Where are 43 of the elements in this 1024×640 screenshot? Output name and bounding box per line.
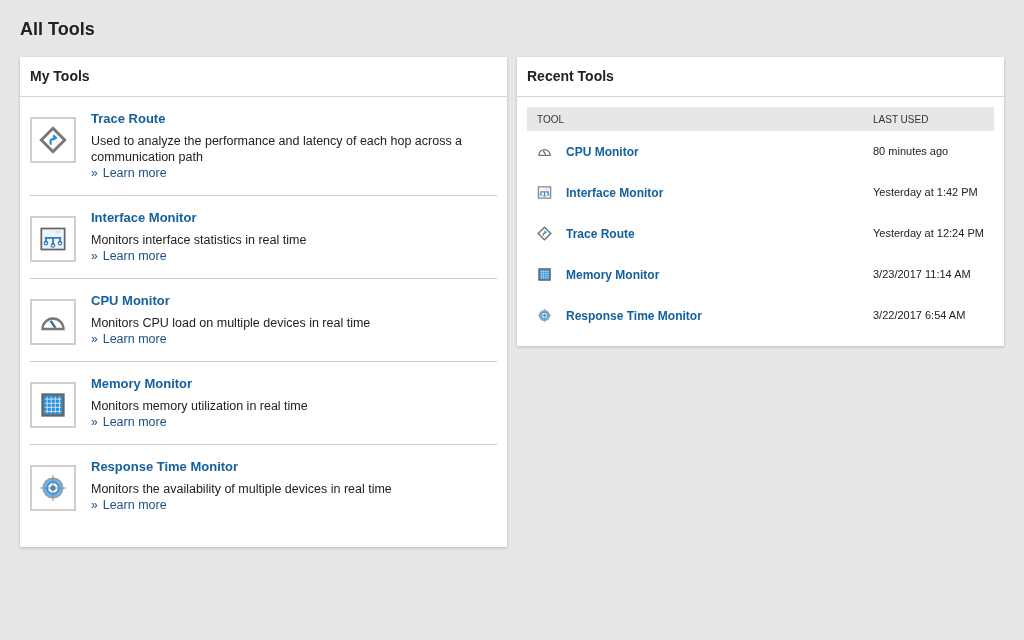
tool-name-link[interactable]: Interface Monitor	[566, 183, 664, 202]
tool-name-link[interactable]: Response Time Monitor	[566, 306, 702, 325]
network-diagram-icon	[39, 225, 67, 253]
grid-chip-icon	[537, 267, 552, 282]
last-used-time: 80 minutes ago	[873, 144, 949, 160]
tool-name-link[interactable]: Response Time Monitor	[91, 457, 412, 477]
column-header: LAST USED	[873, 112, 929, 127]
last-used-time: 3/23/2017 11:14 AM	[873, 267, 971, 283]
link-marker: »	[91, 497, 98, 513]
target-icon	[39, 474, 67, 502]
tool-description: Monitors CPU load on multiple devices in real time	[91, 315, 372, 331]
learn-more-link[interactable]: Learn more	[102, 497, 167, 513]
panel-title: Recent Tools	[517, 57, 1004, 97]
tool-name-link[interactable]: Trace Route	[91, 109, 497, 129]
learn-more-link[interactable]: Learn more	[102, 248, 167, 264]
link-marker: »	[91, 165, 98, 181]
tool-name-link[interactable]: Interface Monitor	[91, 208, 327, 228]
learn-more-link[interactable]: Learn more	[102, 165, 167, 181]
tool-name-link[interactable]: CPU Monitor	[566, 142, 639, 161]
grid-chip-icon	[39, 391, 67, 419]
column-header: TOOL	[536, 112, 566, 127]
tool-description: Used to analyze the performance and latency of each hop across a communication path	[91, 133, 464, 165]
tool-name-link[interactable]: Memory Monitor	[91, 374, 328, 394]
tool-description: Monitors memory utilization in real time	[91, 398, 309, 414]
diamond-arrow-icon	[39, 126, 67, 154]
last-used-time: 3/22/2017 6:54 AM	[873, 308, 966, 324]
link-marker: »	[91, 414, 98, 430]
learn-more-link[interactable]: Learn more	[102, 414, 167, 430]
link-marker: »	[91, 248, 98, 264]
tool-name-link[interactable]: Trace Route	[566, 224, 635, 243]
tool-name-link[interactable]: Memory Monitor	[566, 265, 660, 284]
last-used-time: Yesterday at 1:42 PM	[873, 185, 978, 201]
last-used-time: Yesterday at 12:24 PM	[873, 226, 984, 242]
page-title: All Tools	[20, 18, 96, 41]
tool-description: Monitors the availability of multiple devices in real time	[91, 481, 393, 497]
network-diagram-icon	[537, 185, 552, 200]
target-icon	[537, 308, 552, 323]
tool-description: Monitors interface statistics in real time	[91, 232, 308, 248]
link-marker: »	[91, 331, 98, 347]
panel-title: My Tools	[20, 57, 507, 97]
learn-more-link[interactable]: Learn more	[102, 331, 167, 347]
tool-name-link[interactable]: CPU Monitor	[91, 291, 391, 311]
diamond-arrow-icon	[537, 226, 552, 241]
